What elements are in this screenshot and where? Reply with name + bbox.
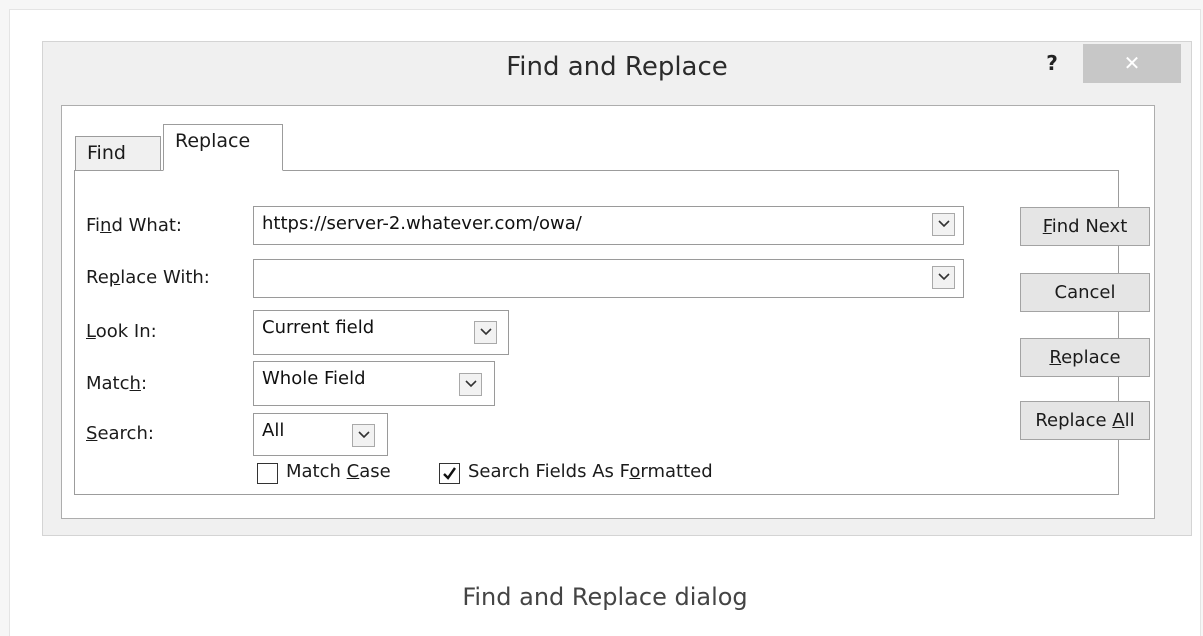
replace-all-button[interactable]: Replace All [1020, 401, 1150, 440]
chevron-down-icon[interactable] [932, 266, 955, 289]
chevron-down-icon[interactable] [459, 373, 482, 396]
search-value: All [262, 420, 285, 441]
replace-tab-panel: Find What: https://server-2.whatever.com… [74, 170, 1150, 495]
check-icon [443, 467, 456, 480]
match-label: Match: [86, 373, 148, 394]
tab-replace[interactable]: Replace [163, 124, 283, 171]
find-what-label: Find What: [86, 215, 182, 236]
dialog-title: Find and Replace [506, 52, 728, 82]
chevron-down-icon[interactable] [932, 213, 955, 236]
tab-find[interactable]: Find [75, 136, 161, 170]
chevron-down-icon[interactable] [474, 321, 497, 344]
figure-caption: Find and Replace dialog [462, 583, 748, 611]
help-button[interactable]: ? [1038, 47, 1066, 79]
search-fields-formatted-checkbox[interactable] [439, 463, 460, 484]
chevron-down-icon[interactable] [352, 424, 375, 447]
replace-with-combo[interactable] [253, 259, 964, 298]
find-what-combo[interactable]: https://server-2.whatever.com/owa/ [253, 206, 964, 245]
replace-button[interactable]: Replace [1020, 338, 1150, 377]
replace-with-label: Replace With: [86, 267, 210, 288]
cancel-button[interactable]: Cancel [1020, 273, 1150, 312]
find-replace-dialog: Find and Replace ? ✕ Find Replace Find W… [42, 41, 1192, 536]
look-in-select[interactable]: Current field [253, 310, 509, 355]
figure-card: Find and Replace ? ✕ Find Replace Find W… [9, 9, 1201, 636]
find-next-button[interactable]: Find Next [1020, 207, 1150, 246]
close-button[interactable]: ✕ [1083, 44, 1181, 83]
look-in-label: Look In: [86, 321, 157, 342]
match-case-label[interactable]: Match Case [286, 461, 391, 482]
look-in-value: Current field [262, 317, 375, 338]
search-fields-formatted-label[interactable]: Search Fields As Formatted [468, 461, 713, 482]
close-icon: ✕ [1123, 51, 1141, 75]
search-direction-select[interactable]: All [253, 413, 388, 456]
find-what-value: https://server-2.whatever.com/owa/ [262, 213, 582, 234]
search-label: Search: [86, 423, 154, 444]
match-value: Whole Field [262, 368, 366, 389]
match-case-checkbox[interactable] [257, 463, 278, 484]
match-select[interactable]: Whole Field [253, 361, 495, 406]
dialog-body: Find Replace Find What: https://server-2… [61, 105, 1155, 519]
